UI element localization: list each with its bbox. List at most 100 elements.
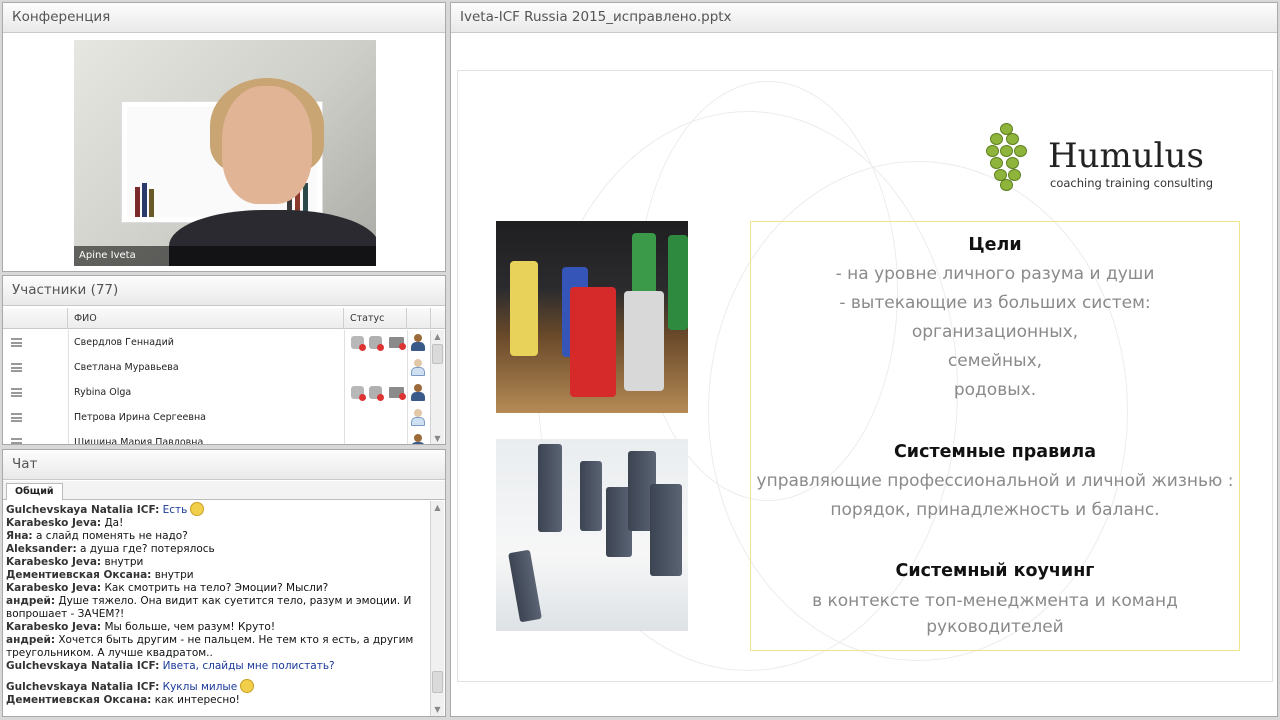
participants-table-header: ФИО Статус [3, 308, 445, 329]
message-text: внутри [104, 556, 144, 568]
coaching-item: в контексте топ-менеджмента и команд [812, 591, 1178, 611]
user-dark-icon [411, 434, 425, 444]
conference-pod: Конференция Apine Iveta [2, 2, 446, 272]
goal-item: семейных, [947, 351, 1043, 371]
message-text: Ивета, слайды мне полистать? [162, 660, 335, 672]
video-speaker-label: Apine Iveta [74, 246, 376, 266]
chat-message: Дементиевская Оксана: как интересно! [6, 694, 428, 707]
message-text: Мы больше, чем разум! Круто! [104, 621, 276, 633]
message-text: Куклы милые [162, 681, 238, 693]
mic-off-icon[interactable] [351, 386, 366, 401]
message-author: андрей: [6, 595, 56, 607]
chat-message: Aleksander: а душа где? потерялось [6, 543, 428, 556]
screen-off-icon[interactable] [389, 337, 406, 350]
message-text: Как смотрить на тело? Эмоции? Мысли? [104, 582, 329, 594]
scroll-down-icon[interactable]: ▼ [431, 432, 444, 444]
tab-general[interactable]: Общий [6, 483, 63, 500]
chat-message: Gulchevskaya Natalia ICF: Ивета, слайды … [6, 660, 428, 673]
participants-list: Свердлов Геннадий Светлана Муравьева Ryb… [3, 330, 431, 445]
speaker-face [222, 86, 312, 204]
scroll-up-icon[interactable]: ▲ [431, 501, 444, 514]
participant-row[interactable]: Rybina Olga [3, 380, 431, 405]
message-author: Karabesko Jeva: [6, 556, 102, 568]
message-author: Яна: [6, 530, 33, 542]
participant-row[interactable]: Светлана Муравьева [3, 355, 431, 380]
user-light-icon [411, 359, 425, 376]
logo-tagline: coaching training consulting [1050, 176, 1214, 190]
conference-title: Конференция [3, 3, 445, 33]
column-menu [3, 308, 68, 329]
message-author: Karabesko Jeva: [6, 582, 102, 594]
message-text: Есть [162, 504, 188, 516]
rules-item: управляющие профессиональной и личной жи… [756, 471, 1234, 491]
chat-pod: Чат Общий Gulchevskaya Natalia ICF: Есть… [2, 449, 446, 717]
column-name[interactable]: ФИО [68, 308, 344, 329]
coaching-heading: Системный коучинг [895, 561, 1095, 581]
smiley-icon [240, 679, 255, 693]
toy-figures-image [496, 221, 688, 413]
chat-message: Яна: а слайд поменять не надо? [6, 530, 428, 543]
scroll-down-icon[interactable]: ▼ [431, 703, 444, 716]
chat-message: Karabesko Jeva: Да! [6, 517, 428, 530]
participants-scrollbar[interactable]: ▲ ▼ [430, 330, 444, 444]
message-text: внутри [154, 569, 194, 581]
scroll-thumb[interactable] [432, 344, 443, 364]
message-text: Хочется быть другим - не пальцем. Не тем… [6, 634, 414, 659]
chat-message: Gulchevskaya Natalia ICF: Есть [6, 502, 428, 517]
user-dark-icon [411, 334, 425, 351]
message-author: Дементиевская Оксана: [6, 569, 152, 581]
chat-scrollbar[interactable]: ▲ ▼ [430, 501, 444, 716]
camera-off-icon[interactable] [369, 336, 384, 351]
menu-icon[interactable] [11, 413, 22, 422]
message-text: как интересно! [154, 694, 240, 706]
participant-row[interactable]: Петрова Ирина Сергеевна [3, 405, 431, 430]
menu-icon[interactable] [11, 438, 22, 444]
message-text: а душа где? потерялось [80, 543, 215, 555]
message-author: Karabesko Jeva: [6, 621, 102, 633]
hop-logo-icon [986, 123, 1028, 193]
message-text: Да! [104, 517, 124, 529]
participant-row[interactable]: Свердлов Геннадий [3, 330, 431, 355]
menu-icon[interactable] [11, 388, 22, 397]
scroll-thumb[interactable] [432, 671, 443, 693]
message-author: андрей: [6, 634, 56, 646]
participant-row[interactable]: Шишина Мария Павловна [3, 430, 431, 445]
participant-name: Rybina Olga [74, 387, 132, 398]
menu-icon[interactable] [11, 338, 22, 347]
participant-name: Шишина Мария Павловна [74, 437, 204, 445]
scroll-up-icon[interactable]: ▲ [431, 330, 444, 343]
rules-heading: Системные правила [893, 442, 1097, 462]
message-author: Karabesko Jeva: [6, 517, 102, 529]
goal-item: - на уровне личного разума и души [835, 264, 1155, 284]
message-author: Gulchevskaya Natalia ICF: [6, 504, 160, 516]
column-status[interactable]: Статус [344, 308, 407, 329]
participant-name: Петрова Ирина Сергеевна [74, 412, 206, 423]
menu-icon[interactable] [11, 363, 22, 372]
message-text: Душе тяжело. Она видит как суетится тело… [6, 595, 412, 620]
chat-message: Karabesko Jeva: Как смотрить на тело? Эм… [6, 582, 428, 595]
slide-text-box: Цели - на уровне личного разума и души -… [750, 221, 1240, 651]
slide[interactable]: Humulus coaching training consulting Цел… [457, 70, 1273, 682]
user-light-icon [411, 409, 425, 426]
chat-message: Дементиевская Оксана: внутри [6, 569, 428, 582]
blocks-image [496, 439, 688, 631]
screen-off-icon[interactable] [389, 387, 406, 400]
chat-message: Karabesko Jeva: Мы больше, чем разум! Кр… [6, 621, 428, 634]
goals-heading: Цели [968, 235, 1022, 255]
message-author: Дементиевская Оксана: [6, 694, 152, 706]
smiley-icon [190, 502, 205, 516]
message-author: Gulchevskaya Natalia ICF: [6, 681, 160, 693]
participant-name: Светлана Муравьева [74, 362, 179, 373]
message-text: а слайд поменять не надо? [35, 530, 188, 542]
coaching-item: руководителей [926, 617, 1064, 637]
message-author: Gulchevskaya Natalia ICF: [6, 660, 160, 672]
camera-off-icon[interactable] [369, 386, 384, 401]
chat-messages: Gulchevskaya Natalia ICF: Есть Karabesko… [6, 502, 428, 716]
participants-title: Участники (77) [3, 276, 445, 306]
goal-item: родовых. [953, 380, 1037, 400]
mic-off-icon[interactable] [351, 336, 366, 351]
participants-pod: Участники (77) ФИО Статус Свердлов Генна… [2, 275, 446, 445]
webcam-video[interactable]: Apine Iveta [74, 40, 376, 266]
goal-item: организационных, [911, 322, 1079, 342]
user-dark-icon [411, 384, 425, 401]
